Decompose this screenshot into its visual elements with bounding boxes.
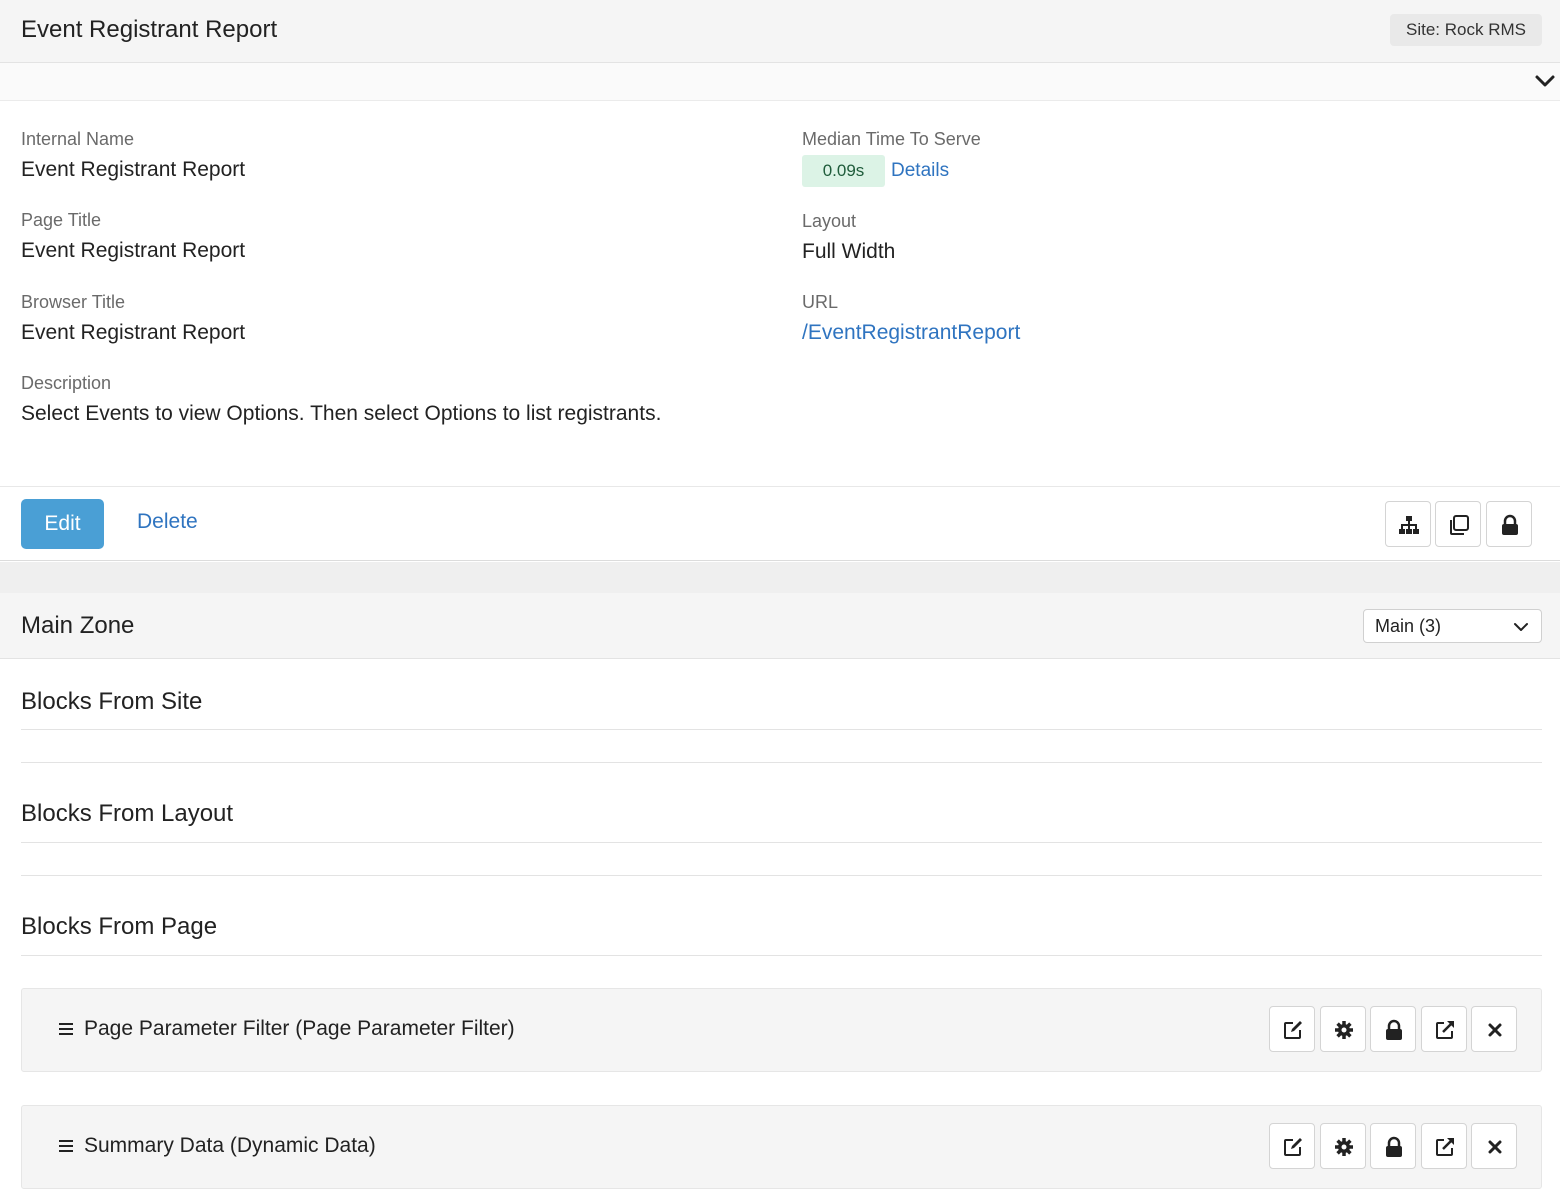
page-title-value: Event Registrant Report <box>21 239 246 262</box>
internal-name-value: Event Registrant Report <box>21 158 246 181</box>
block-edit-button[interactable] <box>1269 1123 1315 1169</box>
lock-icon <box>1502 514 1518 535</box>
url-link[interactable]: /EventRegistrantReport <box>802 321 1020 345</box>
divider <box>21 762 1542 763</box>
external-link-icon <box>1436 1138 1454 1156</box>
close-icon <box>1488 1023 1502 1037</box>
child-pages-button[interactable] <box>1385 501 1431 547</box>
median-time-badge: 0.09s <box>802 155 885 187</box>
block-row: Summary Data (Dynamic Data) <box>21 1105 1542 1189</box>
block-delete-button[interactable] <box>1471 1006 1517 1052</box>
internal-name-label: Internal Name <box>21 129 135 149</box>
zone-select[interactable]: Main (3) <box>1363 609 1542 643</box>
blocks-from-layout-title: Blocks From Layout <box>21 800 234 827</box>
block-open-button[interactable] <box>1421 1006 1467 1052</box>
block-settings-button[interactable] <box>1320 1123 1366 1169</box>
copy-icon <box>1450 515 1469 535</box>
page-title-label: Page Title <box>21 210 102 230</box>
browser-title-value: Event Registrant Report <box>21 321 246 344</box>
divider <box>21 875 1542 876</box>
close-icon <box>1488 1140 1502 1154</box>
lock-icon <box>1386 1136 1402 1157</box>
chevron-down-icon <box>1514 623 1528 631</box>
block-edit-button[interactable] <box>1269 1006 1315 1052</box>
block-delete-button[interactable] <box>1471 1123 1517 1169</box>
url-label: URL <box>802 292 839 312</box>
blocks-from-site-title: Blocks From Site <box>21 688 203 715</box>
browser-title-label: Browser Title <box>21 292 126 312</box>
blocks-from-page-title: Blocks From Page <box>21 913 218 940</box>
external-link-icon <box>1436 1021 1454 1039</box>
block-security-button[interactable] <box>1370 1006 1416 1052</box>
divider <box>21 955 1542 956</box>
chevron-down-icon[interactable] <box>1534 71 1556 91</box>
edit-icon <box>1284 1138 1302 1156</box>
collapse-bar[interactable] <box>0 63 1560 101</box>
page-header: Event Registrant Report Site: Rock RMS <box>0 0 1560 63</box>
description-value: Select Events to view Options. Then sele… <box>21 402 662 425</box>
zone-select-value: Main (3) <box>1375 616 1442 636</box>
edit-icon <box>1284 1021 1302 1039</box>
action-bar: Edit Delete <box>0 486 1560 561</box>
zone-header: Main Zone Main (3) <box>0 593 1560 659</box>
block-security-button[interactable] <box>1370 1123 1416 1169</box>
gear-icon <box>1335 1021 1353 1039</box>
block-settings-button[interactable] <box>1320 1006 1366 1052</box>
divider <box>21 729 1542 730</box>
layout-value: Full Width <box>802 240 896 263</box>
site-badge: Site: Rock RMS <box>1390 14 1542 46</box>
security-button[interactable] <box>1486 501 1532 547</box>
block-row: Page Parameter Filter (Page Parameter Fi… <box>21 988 1542 1072</box>
sitemap-icon <box>1399 516 1419 534</box>
drag-handle-icon[interactable] <box>58 1021 74 1037</box>
section-gap <box>0 562 1560 593</box>
edit-button[interactable]: Edit <box>21 499 104 549</box>
lock-icon <box>1386 1019 1402 1040</box>
gear-icon <box>1335 1138 1353 1156</box>
block-open-button[interactable] <box>1421 1123 1467 1169</box>
divider <box>21 842 1542 843</box>
delete-button[interactable]: Delete <box>137 510 198 534</box>
copy-page-button[interactable] <box>1435 501 1481 547</box>
median-time-label: Median Time To Serve <box>802 129 981 149</box>
description-label: Description <box>21 373 112 393</box>
zone-title: Main Zone <box>21 612 135 639</box>
block-name: Page Parameter Filter (Page Parameter Fi… <box>84 1017 515 1040</box>
layout-label: Layout <box>802 211 857 231</box>
details-link[interactable]: Details <box>891 160 949 182</box>
page-title: Event Registrant Report <box>21 16 278 43</box>
drag-handle-icon[interactable] <box>58 1138 74 1154</box>
block-name: Summary Data (Dynamic Data) <box>84 1134 376 1157</box>
